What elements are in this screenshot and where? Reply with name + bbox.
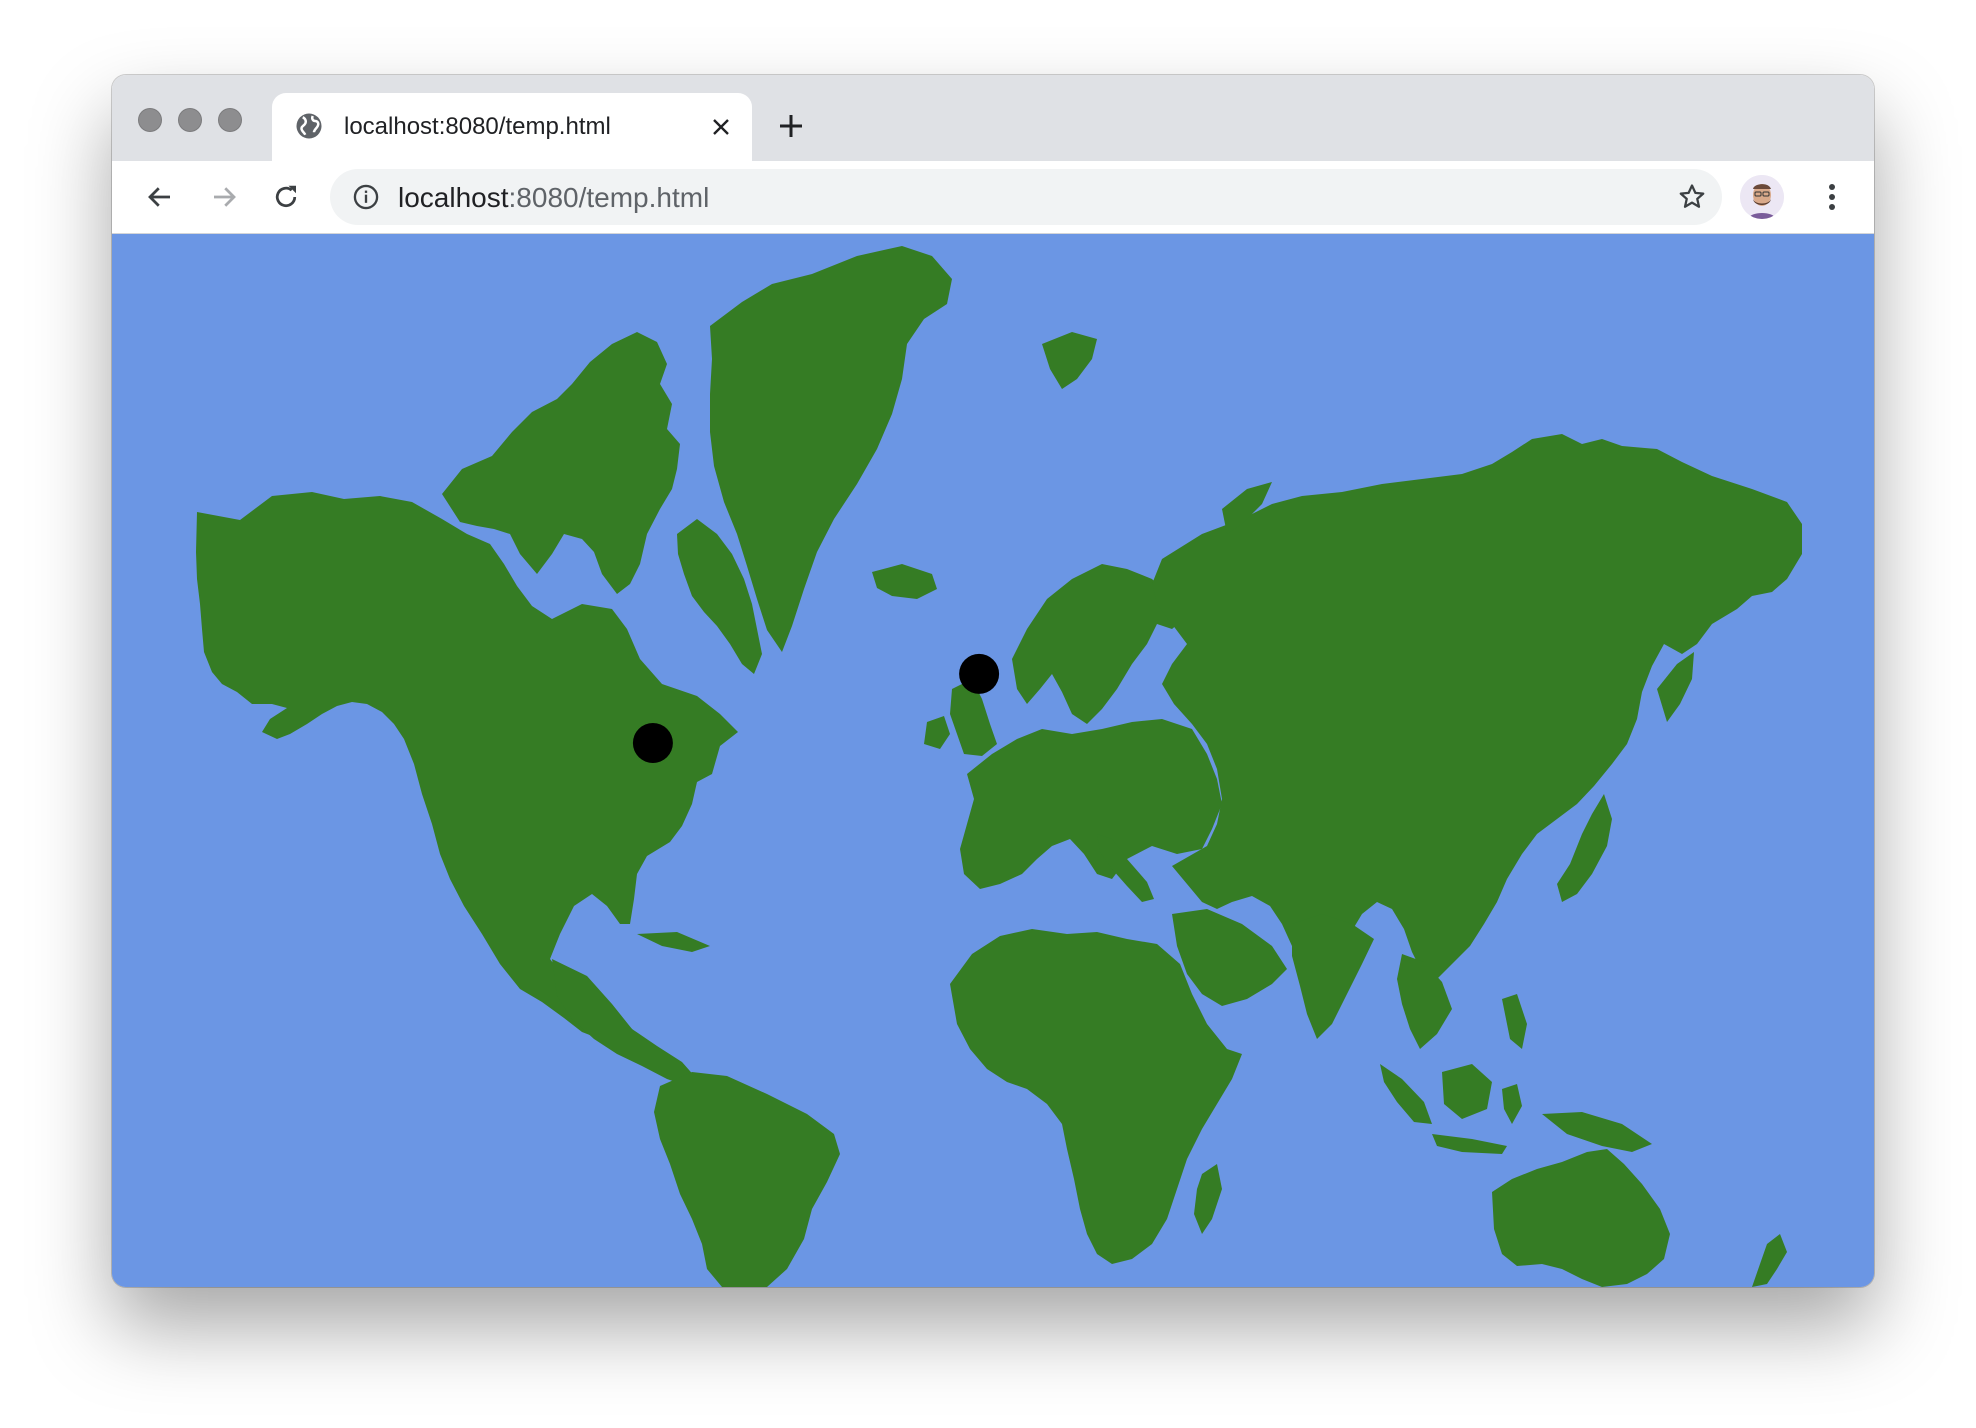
toolbar: localhost:8080/temp.html [112, 161, 1874, 234]
browser-window: localhost:8080/temp.html localhost:8080/… [112, 75, 1874, 1287]
url-host: localhost [398, 182, 509, 213]
forward-arrow-icon [214, 187, 236, 207]
info-icon[interactable] [352, 183, 380, 211]
zoom-window-button[interactable] [218, 108, 242, 132]
url-path: :8080/temp.html [508, 182, 710, 213]
map-viewport[interactable] [112, 234, 1874, 1287]
minimize-window-button[interactable] [178, 108, 202, 132]
kebab-menu-icon[interactable] [1812, 175, 1852, 219]
reload-button[interactable] [264, 175, 308, 219]
new-tab-button[interactable] [770, 105, 812, 147]
tab-close-icon[interactable] [704, 110, 738, 144]
tab-active[interactable]: localhost:8080/temp.html [272, 93, 752, 161]
reload-icon [275, 185, 297, 208]
close-window-button[interactable] [138, 108, 162, 132]
plus-icon [780, 115, 802, 137]
marker-new-york[interactable] [632, 723, 673, 763]
globe-icon [294, 111, 324, 141]
title-bar: localhost:8080/temp.html [112, 75, 1874, 161]
back-arrow-icon [148, 187, 170, 207]
forward-button[interactable] [202, 175, 246, 219]
marker-london[interactable] [959, 653, 1000, 694]
tab-title: localhost:8080/temp.html [344, 113, 611, 140]
world-map[interactable] [112, 234, 1874, 1287]
profile-avatar[interactable] [1740, 175, 1784, 219]
url-text[interactable]: localhost:8080/temp.html [398, 182, 709, 214]
address-bar[interactable]: localhost:8080/temp.html [330, 169, 1722, 225]
back-button[interactable] [138, 175, 182, 219]
bookmark-star-icon[interactable] [1674, 179, 1710, 215]
